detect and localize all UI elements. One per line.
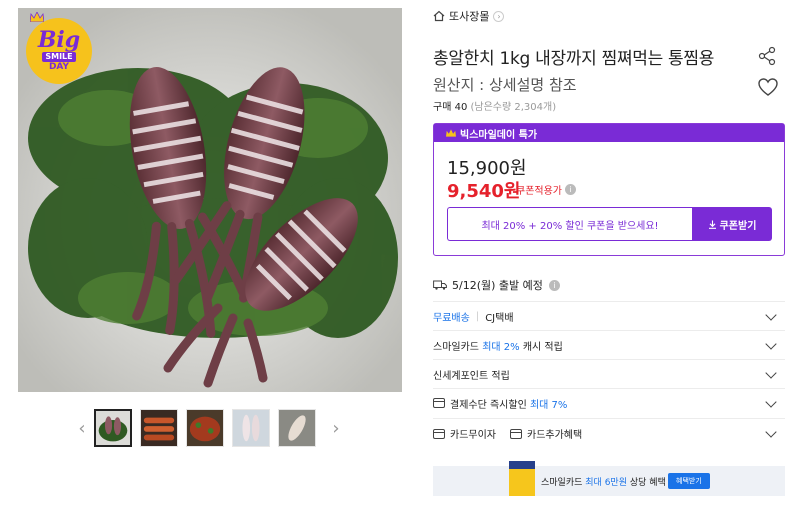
smile-card-suffix: 캐시 적립 — [522, 341, 563, 353]
instant-discount-row[interactable]: 결제수단 즉시할인 최대 7% — [433, 388, 785, 417]
card-plus-icon — [510, 428, 522, 439]
store-link[interactable]: 또사장몰 › — [433, 8, 505, 24]
heart-icon[interactable] — [757, 76, 779, 98]
thumbnail[interactable] — [232, 409, 270, 447]
purchase-count: 구매 40 (남은수량 2,304개) — [433, 98, 556, 113]
smile-card-label: 스마일카드 — [433, 341, 479, 353]
deal-box: 빅스마일데이 특가 15,900원 9,540원 쿠폰적용가 i 최대 20% … — [433, 123, 785, 256]
crown-icon — [30, 12, 44, 22]
coupon-offer[interactable]: 최대 20% + 20% 할인 쿠폰을 받으세요! — [447, 207, 692, 241]
shipping-info: 5/12(월) 출발 예정 i — [433, 277, 560, 293]
big-smile-day-badge: Big SMILE DAY — [26, 12, 92, 84]
info-icon[interactable]: i — [548, 279, 560, 291]
chevron-down-icon — [765, 396, 777, 408]
thumbnail[interactable] — [140, 409, 178, 447]
free-shipping-label: 무료배송 — [433, 312, 470, 324]
chevron-down-icon — [765, 338, 777, 350]
instant-discount-rate: 최대 7% — [529, 399, 568, 411]
shinsegae-row[interactable]: 신세계포인트 적립 — [433, 359, 785, 388]
badge-smile: SMILE — [42, 52, 76, 62]
banner-highlight: 최대 6만원 — [585, 478, 627, 488]
chevron-down-icon — [765, 426, 777, 438]
thumbnail[interactable] — [94, 409, 132, 447]
home-icon — [433, 10, 445, 22]
product-title: 총알한치 1kg 내장까지 찜쪄먹는 통찜용 — [433, 49, 715, 69]
receipt-icon — [433, 398, 445, 408]
purchase-label: 구매 40 — [433, 102, 468, 113]
card-icon — [433, 428, 445, 439]
badge-big: Big — [37, 27, 81, 53]
thumbnail[interactable] — [186, 409, 224, 447]
deal-header-label: 빅스마일데이 특가 — [460, 129, 538, 141]
banner-prefix: 스마일카드 — [541, 478, 583, 488]
crown-icon — [446, 129, 456, 137]
download-coupon-label: 쿠폰받기 — [719, 220, 757, 232]
smile-card-row[interactable]: 스마일카드 최대 2% 캐시 적립 — [433, 330, 785, 359]
thumbnail[interactable] — [278, 409, 316, 447]
smile-card-rate: 최대 2% — [482, 341, 520, 353]
chevron-right-icon[interactable]: › — [324, 408, 348, 448]
chevron-down-icon — [765, 309, 777, 321]
chevron-right-icon: › — [493, 10, 505, 22]
remaining-stock: (남은수량 2,304개) — [470, 102, 557, 113]
divider: | — [475, 310, 480, 322]
product-main-image: Big SMILE DAY — [18, 8, 402, 392]
banner-suffix: 상당 혜택 — [629, 478, 666, 488]
sale-price: 9,540원 — [447, 181, 521, 202]
delivery-row[interactable]: 무료배송 | CJ택배 — [433, 301, 785, 330]
chevron-down-icon — [765, 367, 777, 379]
download-icon — [708, 220, 716, 229]
smile-card-image — [509, 461, 535, 496]
store-name: 또사장몰 — [449, 10, 490, 23]
badge-day: DAY — [48, 62, 70, 72]
card-interest-free-label: 카드무이자 — [450, 430, 496, 441]
shinsegae-label: 신세계포인트 적립 — [433, 370, 510, 382]
shipping-date: 5/12(월) 출발 예정 — [452, 279, 543, 292]
smile-card-banner[interactable]: 스마일카드 최대 6만원 상당 혜택 혜택받기 — [433, 461, 785, 496]
chevron-left-icon[interactable]: ‹ — [70, 408, 94, 448]
deal-header: 빅스마일데이 특가 — [434, 124, 784, 142]
share-icon[interactable] — [757, 46, 777, 66]
card-extra-label: 카드추가혜택 — [527, 430, 583, 441]
thumbnail-strip: ‹ › — [70, 408, 348, 448]
download-coupon-button[interactable]: 쿠폰받기 — [692, 207, 772, 241]
carrier-label: CJ택배 — [485, 312, 514, 324]
instant-discount-label: 결제수단 즉시할인 — [450, 399, 527, 411]
product-origin: 원산지 : 상세설명 참조 — [433, 76, 577, 94]
truck-icon — [433, 280, 447, 290]
coupon-applied-label: 쿠폰적용가 i — [516, 182, 576, 197]
info-icon[interactable]: i — [565, 184, 576, 195]
banner-benefit-button[interactable]: 혜택받기 — [668, 473, 710, 489]
card-benefit-row[interactable]: 카드무이자 카드추가혜택 — [433, 418, 785, 448]
banner-text: 스마일카드 최대 6만원 상당 혜택 — [541, 475, 666, 488]
coupon-applied-text: 쿠폰적용가 — [516, 186, 562, 197]
